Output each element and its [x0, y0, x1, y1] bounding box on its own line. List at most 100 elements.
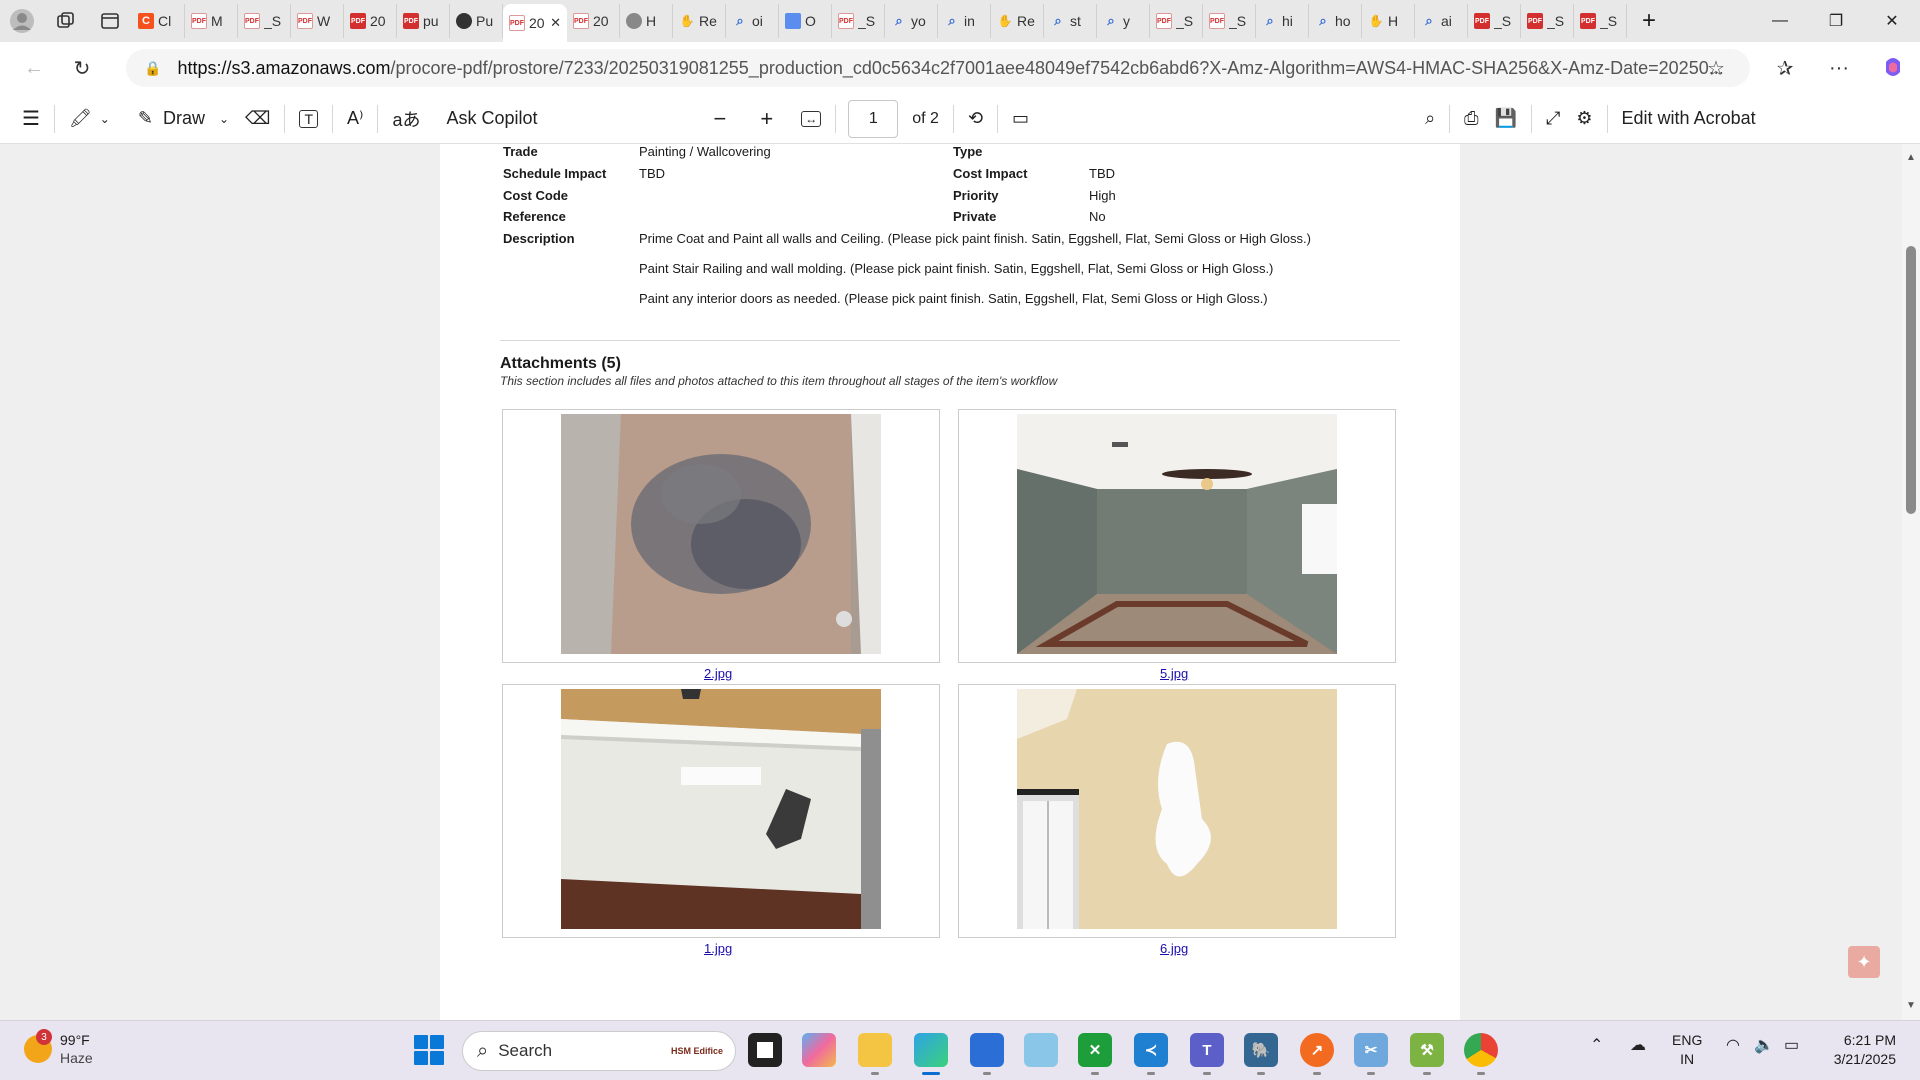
task-view-icon[interactable] [748, 1033, 782, 1067]
zoom-in-button[interactable]: + [752, 99, 781, 139]
browser-tab[interactable]: ⌕ ho [1309, 4, 1362, 38]
browser-tab[interactable]: O [779, 4, 832, 38]
restore-button[interactable]: ❐ [1808, 0, 1864, 42]
browser-tab[interactable]: PDF pu [397, 4, 450, 38]
edge-browser-icon[interactable] [914, 1033, 948, 1075]
attachment-link[interactable]: 2.jpg [704, 666, 732, 681]
browser-tab[interactable]: PDF _S [1203, 4, 1256, 38]
translate-button[interactable]: aあ [384, 99, 428, 139]
scrollbar-thumb[interactable] [1906, 246, 1916, 514]
vertical-scrollbar[interactable]: ▲ ▼ [1902, 144, 1920, 1020]
browser-tab[interactable]: PDF _S [1521, 4, 1574, 38]
back-button[interactable]: ← [10, 48, 58, 88]
browser-tab[interactable]: PDF 20 [567, 4, 620, 38]
browser-tab[interactable]: PDF _S [238, 4, 291, 38]
snipping-tool-icon[interactable]: ✂ [1354, 1033, 1388, 1075]
fit-width-button[interactable]: ↔ [793, 99, 829, 139]
browser-tab[interactable]: PDF _S [1150, 4, 1203, 38]
favorite-star-button[interactable]: ☆ [1692, 48, 1740, 88]
teams-icon[interactable]: T [1190, 1033, 1224, 1075]
language-indicator[interactable]: ENG IN [1672, 1031, 1702, 1069]
battery-icon[interactable]: ▭ [1784, 1035, 1799, 1055]
browser-tab[interactable]: PDF 20 ✕ [503, 4, 567, 42]
browser-tab[interactable]: H [620, 4, 673, 38]
volume-icon[interactable]: 🔈 [1754, 1035, 1774, 1055]
profile-button[interactable] [0, 0, 44, 42]
copilot-app-icon[interactable] [802, 1033, 836, 1067]
draw-button[interactable]: ✎ Draw ⌄ [130, 99, 237, 139]
browser-tab[interactable]: ⌕ y [1097, 4, 1150, 38]
pdf-settings-button[interactable]: ⚙ [1568, 99, 1600, 139]
browser-tab[interactable]: ⌕ ai [1415, 4, 1468, 38]
app-icon[interactable] [1024, 1033, 1058, 1067]
close-window-button[interactable]: ✕ [1864, 0, 1920, 42]
browser-tab[interactable]: ⌕ st [1044, 4, 1097, 38]
vscode-icon[interactable]: ≺ [1134, 1033, 1168, 1075]
attachment-thumbnail[interactable] [958, 684, 1396, 938]
browser-tab[interactable]: PDF _S [832, 4, 885, 38]
erase-button[interactable]: ⌫ [237, 99, 278, 139]
workspaces-button[interactable] [44, 0, 88, 42]
fullscreen-button[interactable]: ⤢ [1538, 99, 1568, 139]
new-tab-button[interactable]: + [1627, 0, 1671, 42]
browser-tab[interactable]: ⌕ in [938, 4, 991, 38]
read-aloud-button[interactable]: A⁾ [339, 99, 371, 139]
tab-actions-button[interactable] [88, 0, 132, 42]
start-button[interactable] [414, 1035, 444, 1065]
zoom-out-button[interactable]: − [706, 99, 735, 139]
postgres-icon[interactable]: 🐘 [1244, 1033, 1278, 1075]
browser-tab[interactable]: PDF W [291, 4, 344, 38]
attachment-link[interactable]: 5.jpg [1160, 666, 1188, 681]
save-button[interactable]: 💾 [1487, 99, 1525, 139]
show-hidden-icons-chevron-icon[interactable]: ⌃ [1590, 1035, 1603, 1055]
highlight-button[interactable]: 🖍 ⌄ [61, 99, 118, 139]
xbox-icon[interactable]: ✕ [1078, 1033, 1112, 1075]
weather-widget[interactable]: 3 99°F Haze [24, 1029, 93, 1067]
wifi-icon[interactable]: ◠ [1726, 1035, 1740, 1055]
close-tab-icon[interactable]: ✕ [550, 15, 561, 31]
attachment-thumbnail[interactable] [958, 409, 1396, 663]
taskbar-search[interactable]: ⌕ Search HSM Edifice [462, 1031, 736, 1071]
attachment-thumbnail[interactable] [502, 684, 940, 938]
page-view-button[interactable]: ▭ [1004, 99, 1037, 139]
postman-icon[interactable]: ↗ [1300, 1033, 1334, 1075]
browser-tab[interactable]: PDF _S [1468, 4, 1521, 38]
clock[interactable]: 6:21 PM 3/21/2025 [1820, 1031, 1896, 1069]
file-explorer-icon[interactable] [858, 1033, 892, 1075]
browser-tab[interactable]: PDF _S [1574, 4, 1627, 38]
browser-tab[interactable]: ✋ Re [673, 4, 726, 38]
rotate-button[interactable]: ⟲ [960, 99, 991, 139]
favorites-button[interactable]: ✰ [1758, 48, 1812, 88]
find-button[interactable]: ⌕ [1417, 99, 1443, 139]
browser-tab[interactable]: PDF M [185, 4, 238, 38]
edit-with-acrobat-button[interactable]: Edit with Acrobat [1614, 99, 1764, 139]
minimize-button[interactable]: — [1752, 0, 1808, 42]
ask-copilot-button[interactable]: Ask Copilot [439, 99, 546, 139]
scroll-down-arrow-icon[interactable]: ▼ [1904, 1000, 1918, 1011]
browser-tab[interactable]: ✋ H [1362, 4, 1415, 38]
scroll-up-arrow-icon[interactable]: ▲ [1904, 152, 1918, 163]
text-box-button[interactable]: T [291, 99, 326, 139]
copilot-button[interactable] [1866, 48, 1920, 88]
attachment-link[interactable]: 1.jpg [704, 941, 732, 956]
browser-tab[interactable]: C Cl [132, 4, 185, 38]
acrobat-button[interactable]: ✦ [1848, 946, 1880, 978]
settings-more-button[interactable]: ··· [1812, 48, 1866, 88]
store-icon[interactable] [970, 1033, 1004, 1075]
refresh-button[interactable]: ↻ [58, 48, 106, 88]
address-bar[interactable]: 🔒 https://s3.amazonaws.com/procore-pdf/p… [126, 49, 1750, 87]
browser-tab[interactable]: ⌕ hi [1256, 4, 1309, 38]
print-button[interactable]: ⎙ [1456, 99, 1486, 139]
contents-button[interactable]: ☰ [14, 99, 48, 139]
page-number-input[interactable]: 1 [848, 99, 899, 138]
chrome-icon[interactable] [1464, 1033, 1498, 1075]
app-icon[interactable]: ⚒ [1410, 1033, 1444, 1075]
browser-tab[interactable]: ⌕ oi [726, 4, 779, 38]
attachment-thumbnail[interactable] [502, 409, 940, 663]
attachment-link[interactable]: 6.jpg [1160, 941, 1188, 956]
onedrive-icon[interactable]: ☁ [1630, 1035, 1646, 1055]
browser-tab[interactable]: ✋ Re [991, 4, 1044, 38]
browser-tab[interactable]: PDF 20 [344, 4, 397, 38]
browser-tab[interactable]: ⌕ yo [885, 4, 938, 38]
browser-tab[interactable]: Pu [450, 4, 503, 38]
